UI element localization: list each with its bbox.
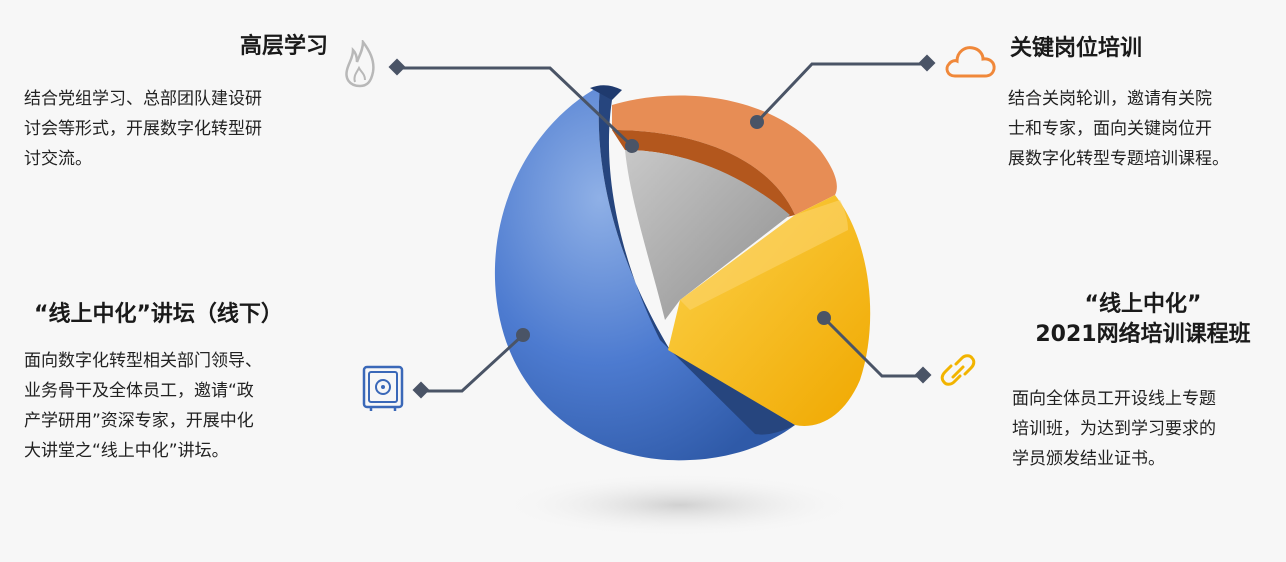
flame-icon	[345, 40, 375, 88]
diagram-stage: 高层学习 结合党组学习、总部团队建设研 讨会等形式，开展数字化转型研 讨交流。 …	[0, 0, 1286, 562]
bottom-right-line-2: 培训班，为达到学习要求的	[1012, 419, 1216, 439]
link-icon	[940, 354, 976, 386]
top-left-line-2: 讨会等形式，开展数字化转型研	[24, 119, 262, 139]
connector-top-right-dot	[750, 115, 764, 129]
sphere-shadow	[500, 473, 860, 537]
bottom-right-title: “线上中化” 2021网络培训课程班	[1000, 290, 1286, 350]
connector-top-right	[755, 62, 928, 124]
connector-bottom-right-diamond	[914, 366, 932, 384]
top-left-text: 结合党组学习、总部团队建设研 讨会等形式，开展数字化转型研 讨交流。	[24, 84, 344, 174]
bottom-left-text: 面向数字化转型相关部门领导、 业务骨干及全体员工，邀请“政 产学研用”资深专家，…	[24, 346, 344, 466]
safe-icon	[362, 365, 404, 411]
top-right-line-2: 士和专家，面向关键岗位开	[1008, 119, 1212, 139]
top-right-line-1: 结合关岗轮训，邀请有关院	[1008, 89, 1212, 109]
top-left-title: 高层学习	[239, 34, 328, 59]
bottom-left-line-3: 产学研用”资深专家，开展中化	[24, 411, 254, 431]
connector-top-left-diamond	[388, 58, 406, 76]
top-right-line-3: 展数字化转型专题培训课程。	[1008, 149, 1229, 169]
bottom-right-title-line-1: “线上中化”	[1084, 292, 1202, 317]
top-right-title: 关键岗位培训	[1010, 36, 1143, 61]
connector-bottom-right-dot	[817, 311, 831, 325]
connector-bottom-left-dot	[516, 328, 530, 342]
bottom-left-title: “线上中化”讲坛（线下）	[34, 302, 283, 327]
bottom-left-line-2: 业务骨干及全体员工，邀请“政	[24, 381, 254, 401]
bottom-right-title-line-2: 2021网络培训课程班	[1035, 322, 1251, 347]
top-left-line-1: 结合党组学习、总部团队建设研	[24, 89, 262, 109]
connector-top-right-diamond	[918, 54, 936, 72]
bottom-right-text: 面向全体员工开设线上专题 培训班，为达到学习要求的 学员颁发结业证书。	[1012, 384, 1282, 474]
cloud-icon	[945, 46, 996, 78]
bottom-right-line-3: 学员颁发结业证书。	[1012, 449, 1165, 469]
bottom-left-line-4: 大讲堂之“线上中化”讲坛。	[24, 441, 229, 461]
bottom-right-line-1: 面向全体员工开设线上专题	[1012, 389, 1216, 409]
connector-top-left-dot	[625, 139, 639, 153]
top-left-line-3: 讨交流。	[24, 149, 92, 169]
bottom-left-line-1: 面向数字化转型相关部门领导、	[24, 351, 262, 371]
top-right-text: 结合关岗轮训，邀请有关院 士和专家，面向关键岗位开 展数字化转型专题培训课程。	[1008, 84, 1283, 174]
connector-bottom-left-diamond	[412, 381, 430, 399]
